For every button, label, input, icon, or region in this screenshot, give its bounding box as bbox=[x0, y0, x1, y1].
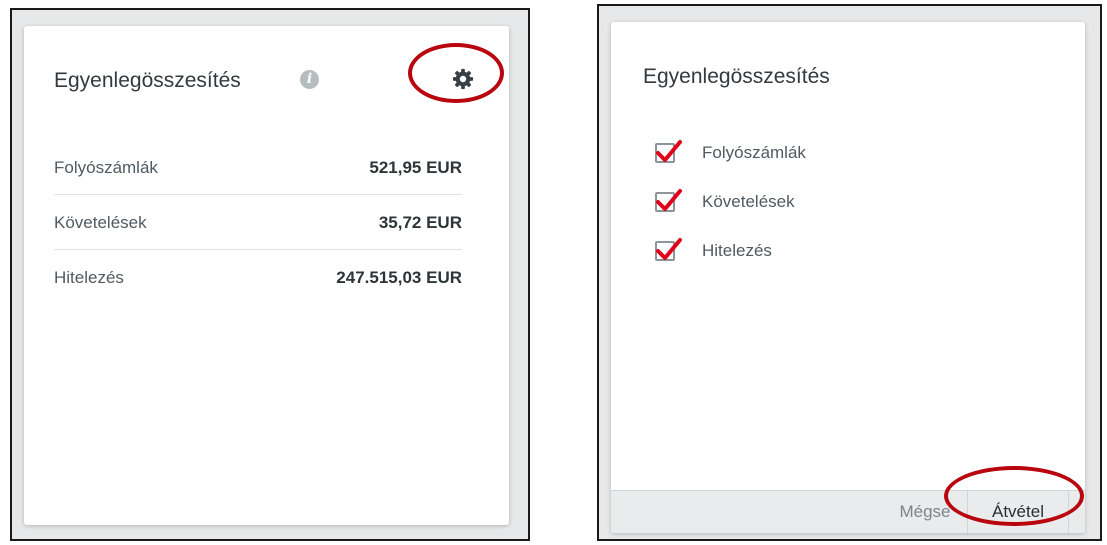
checkbox[interactable] bbox=[655, 140, 682, 163]
checkmark-icon bbox=[656, 140, 682, 162]
cancel-button[interactable]: Mégse bbox=[885, 491, 965, 533]
dialog-title: Egyenlegösszesítés bbox=[643, 65, 830, 88]
settings-dialog: Egyenlegösszesítés Folyószámlák Követelé… bbox=[611, 22, 1085, 533]
checkbox-label[interactable]: Folyószámlák bbox=[702, 143, 806, 163]
checkmark-icon bbox=[656, 238, 682, 260]
balance-row: Hitelezés 247.515,03 EUR bbox=[54, 250, 462, 305]
right-screenshot: Egyenlegösszesítés Folyószámlák Követelé… bbox=[597, 4, 1102, 541]
checkbox[interactable] bbox=[655, 238, 682, 261]
left-screenshot: Egyenlegösszesítés i Folyószámlák 521,95… bbox=[10, 8, 530, 541]
balance-row: Folyószámlák 521,95 EUR bbox=[54, 140, 462, 195]
checkbox[interactable] bbox=[655, 189, 682, 212]
balance-row: Követelések 35,72 EUR bbox=[54, 195, 462, 250]
row-value: 521,95 EUR bbox=[369, 158, 462, 177]
checkbox-label[interactable]: Hitelezés bbox=[702, 241, 772, 261]
row-label: Hitelezés bbox=[54, 268, 124, 287]
dialog-footer: Mégse Átvétel bbox=[611, 490, 1085, 533]
gear-icon[interactable] bbox=[452, 68, 474, 90]
apply-button[interactable]: Átvétel bbox=[967, 491, 1069, 533]
widget-title: Egyenlegösszesítés bbox=[54, 69, 241, 92]
row-value: 35,72 EUR bbox=[378, 213, 462, 232]
checkmark-icon bbox=[656, 189, 682, 211]
row-label: Folyószámlák bbox=[54, 158, 158, 177]
row-value: 247.515,03 EUR bbox=[336, 268, 462, 287]
checkbox-label[interactable]: Követelések bbox=[702, 192, 795, 212]
balance-summary-widget: Egyenlegösszesítés i Folyószámlák 521,95… bbox=[24, 26, 509, 525]
row-label: Követelések bbox=[54, 213, 147, 232]
info-icon[interactable]: i bbox=[300, 70, 319, 89]
